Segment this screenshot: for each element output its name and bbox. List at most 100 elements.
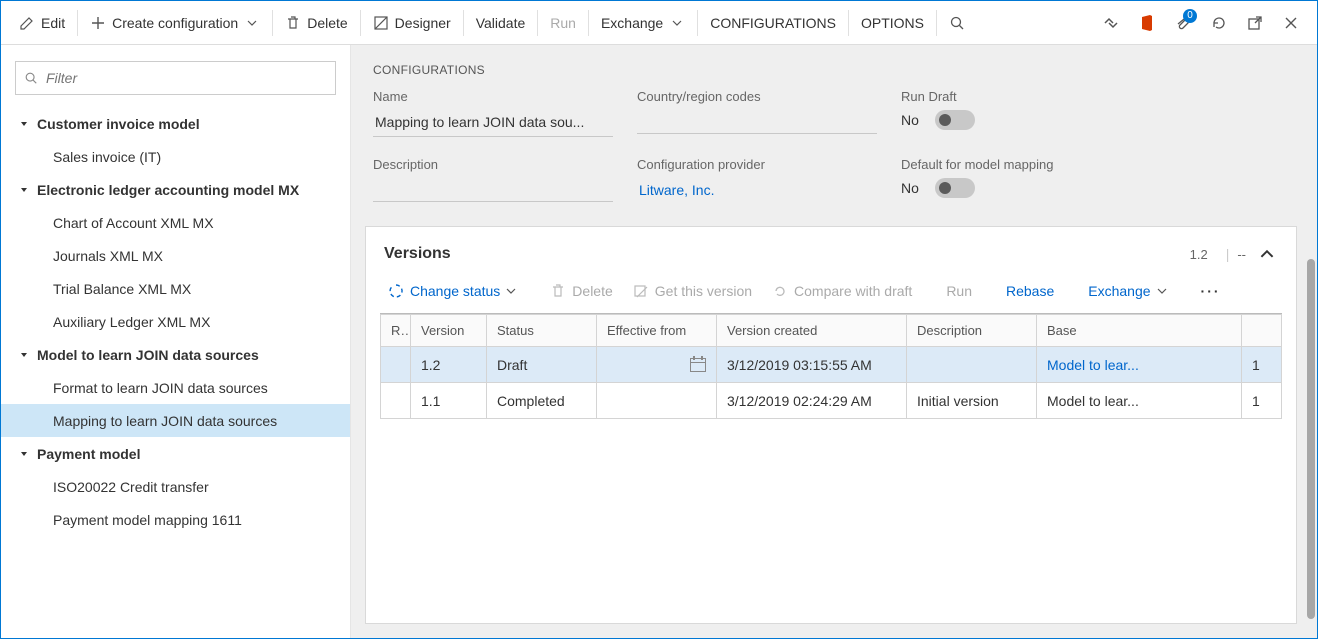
tree-item[interactable]: Mapping to learn JOIN data sources [1, 404, 350, 437]
filter-box[interactable] [15, 61, 336, 95]
cell[interactable] [597, 383, 717, 419]
col-r[interactable]: R... [381, 315, 411, 347]
edit-label: Edit [41, 15, 65, 31]
default-mapping-label: Default for model mapping [901, 157, 1121, 172]
expander-icon[interactable] [17, 447, 31, 461]
default-mapping-toggle[interactable] [935, 178, 975, 198]
versions-header-extra: -- [1237, 247, 1246, 262]
expander-icon[interactable] [17, 348, 31, 362]
configurations-tab[interactable]: CONFIGURATIONS [700, 7, 846, 39]
configurations-tree[interactable]: Customer invoice modelSales invoice (IT)… [1, 103, 350, 638]
expander-icon[interactable] [17, 183, 31, 197]
cell[interactable]: 3/12/2019 03:15:55 AM [717, 347, 907, 383]
cell[interactable] [597, 347, 717, 383]
create-config-button[interactable]: Create configuration [80, 7, 270, 39]
tree-item[interactable]: Format to learn JOIN data sources [1, 371, 350, 404]
calendar-icon[interactable] [690, 358, 706, 372]
tree-item[interactable]: Trial Balance XML MX [1, 272, 350, 305]
popout-button[interactable] [1237, 5, 1273, 41]
cell[interactable]: Completed [487, 383, 597, 419]
col-base[interactable]: Base [1037, 315, 1242, 347]
tree-item[interactable]: ISO20022 Credit transfer [1, 470, 350, 503]
run-draft-toggle[interactable] [935, 110, 975, 130]
country-label: Country/region codes [637, 89, 877, 104]
cell[interactable]: Initial version [907, 383, 1037, 419]
versions-toolbar: Change status Delete Get this version Co… [366, 275, 1296, 313]
filter-input[interactable] [44, 69, 327, 87]
spinner-icon [388, 283, 404, 299]
close-button[interactable] [1273, 5, 1309, 41]
tree-group[interactable]: Model to learn JOIN data sources [1, 338, 350, 371]
cell[interactable]: Model to lear... [1037, 347, 1242, 383]
designer-icon [373, 15, 389, 31]
provider-value[interactable]: Litware, Inc. [637, 178, 877, 204]
delete-button[interactable]: Delete [275, 7, 357, 39]
filter-wrap [1, 45, 350, 103]
table-row[interactable]: 1.2Draft 3/12/2019 03:15:55 AM Model to le… [381, 347, 1282, 383]
edit-button[interactable]: Edit [9, 7, 75, 39]
col-created[interactable]: Version created [717, 315, 907, 347]
tree-item[interactable]: Payment model mapping 1611 [1, 503, 350, 536]
left-pane: Customer invoice modelSales invoice (IT)… [1, 45, 351, 638]
separator [463, 10, 464, 36]
tree-label: Journals XML MX [53, 248, 163, 264]
cell[interactable]: 1.1 [411, 383, 487, 419]
scrollbar[interactable] [1307, 259, 1315, 619]
cell[interactable] [381, 383, 411, 419]
tree-label: Trial Balance XML MX [53, 281, 191, 297]
config-header: CONFIGURATIONS Name Mapping to learn JOI… [351, 45, 1317, 214]
separator: | [1226, 246, 1230, 262]
more-button[interactable]: ··· [1193, 279, 1229, 303]
popout-icon [1246, 14, 1264, 32]
default-mapping-value: No [901, 180, 919, 196]
tree-group[interactable]: Customer invoice model [1, 107, 350, 140]
table-row[interactable]: 1.1Completed 3/12/2019 02:24:29 AMInitial… [381, 383, 1282, 419]
exchange-dropdown[interactable]: Exchange [591, 7, 695, 39]
tree-item[interactable]: Journals XML MX [1, 239, 350, 272]
versions-exchange-dropdown[interactable]: Exchange [1080, 279, 1174, 303]
cell[interactable]: 1 [1242, 347, 1282, 383]
cell[interactable]: 1 [1242, 383, 1282, 419]
expander-icon[interactable] [17, 117, 31, 131]
options-tab[interactable]: OPTIONS [851, 7, 934, 39]
designer-button[interactable]: Designer [363, 7, 461, 39]
tree-group[interactable]: Payment model [1, 437, 350, 470]
country-value[interactable] [637, 110, 877, 134]
refresh-button[interactable] [1201, 5, 1237, 41]
cell[interactable] [907, 347, 1037, 383]
search-icon [24, 71, 38, 85]
col-effective[interactable]: Effective from [597, 315, 717, 347]
tree-label: Mapping to learn JOIN data sources [53, 413, 277, 429]
cell[interactable]: 1.2 [411, 347, 487, 383]
cell[interactable]: Draft [487, 347, 597, 383]
col-description[interactable]: Description [907, 315, 1037, 347]
link-icon-button[interactable] [1093, 5, 1129, 41]
validate-button[interactable]: Validate [466, 7, 536, 39]
change-status-button[interactable]: Change status [380, 279, 524, 303]
validate-label: Validate [476, 15, 526, 31]
chevron-down-icon [506, 286, 516, 296]
cell[interactable] [381, 347, 411, 383]
name-value[interactable]: Mapping to learn JOIN data sou... [373, 110, 613, 137]
search-button[interactable] [939, 7, 975, 39]
tree-group[interactable]: Electronic ledger accounting model MX [1, 173, 350, 206]
link-icon [1102, 14, 1120, 32]
col-version[interactable]: Version [411, 315, 487, 347]
right-pane: CONFIGURATIONS Name Mapping to learn JOI… [351, 45, 1317, 638]
cell[interactable]: Model to lear... [1037, 383, 1242, 419]
run-button: Run [540, 7, 586, 39]
tree-label: Format to learn JOIN data sources [53, 380, 268, 396]
trash-icon [285, 15, 301, 31]
description-value[interactable] [373, 178, 613, 202]
office-icon-button[interactable] [1129, 5, 1165, 41]
tree-item[interactable]: Auxiliary Ledger XML MX [1, 305, 350, 338]
collapse-button[interactable] [1256, 243, 1278, 265]
attachments-button[interactable]: 0 [1165, 5, 1201, 41]
cell[interactable]: 3/12/2019 02:24:29 AM [717, 383, 907, 419]
tree-item[interactable]: Chart of Account XML MX [1, 206, 350, 239]
name-label: Name [373, 89, 613, 104]
rebase-button[interactable]: Rebase [998, 279, 1062, 303]
tree-item[interactable]: Sales invoice (IT) [1, 140, 350, 173]
col-base-n[interactable] [1242, 315, 1282, 347]
col-status[interactable]: Status [487, 315, 597, 347]
